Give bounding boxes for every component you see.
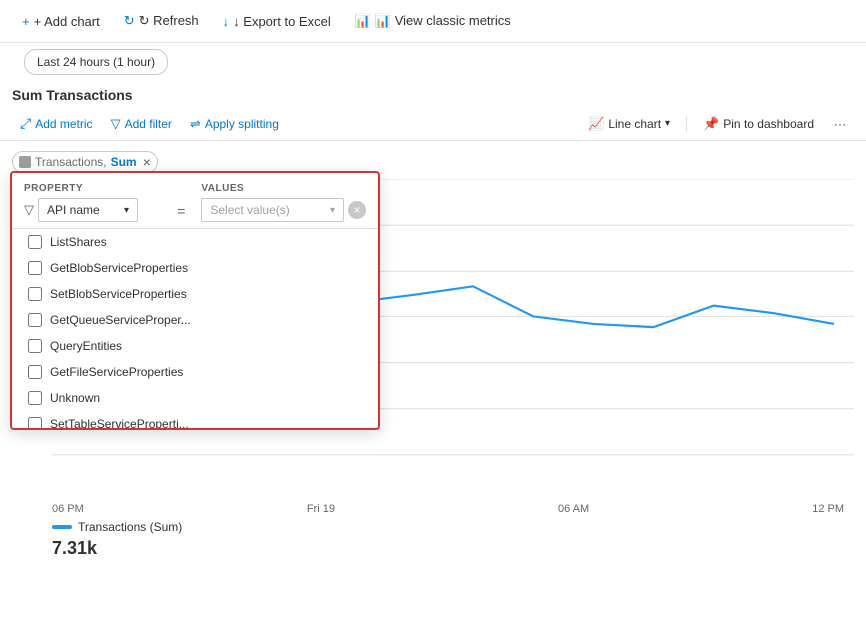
values-placeholder-text: Select value(s) <box>210 203 289 217</box>
values-chevron-icon: ▾ <box>330 205 335 216</box>
dropdown-item[interactable]: GetQueueServiceProper... <box>12 307 378 333</box>
chart-toolbar-right: 📈 Line chart ▾ 📌 Pin to dashboard ··· <box>580 112 854 136</box>
dropdown-item-label: GetFileServiceProperties <box>50 365 183 379</box>
property-chevron-icon: ▾ <box>124 205 129 216</box>
chart-icon: 📊 <box>355 13 371 29</box>
dropdown-item-label: GetQueueServiceProper... <box>50 313 191 327</box>
property-select[interactable]: API name ▾ <box>38 198 138 222</box>
add-metric-button[interactable]: ⤢ Add metric <box>12 111 101 136</box>
time-range-button[interactable]: Last 24 hours (1 hour) <box>24 49 168 75</box>
dropdown-item-checkbox[interactable] <box>28 391 42 405</box>
legend-label: Transactions (Sum) <box>78 520 182 534</box>
x-axis-label: 12 PM <box>812 503 844 515</box>
dropdown-item-checkbox[interactable] <box>28 287 42 301</box>
line-chart-button[interactable]: 📈 Line chart ▾ <box>580 112 678 136</box>
values-select[interactable]: Select value(s) ▾ <box>201 198 344 222</box>
pin-dashboard-button[interactable]: 📌 Pin to dashboard <box>695 112 822 136</box>
property-value-text: API name <box>47 203 100 217</box>
dropdown-item[interactable]: GetBlobServiceProperties <box>12 255 378 281</box>
apply-splitting-button[interactable]: ⇌ Apply splitting <box>182 112 287 136</box>
pin-dashboard-label: Pin to dashboard <box>723 117 814 131</box>
x-axis-label: Fri 19 <box>307 503 335 515</box>
values-column: VALUES Select value(s) ▾ × <box>201 183 366 222</box>
dropdown-item[interactable]: ListShares <box>12 229 378 255</box>
dropdown-item[interactable]: QueryEntities <box>12 333 378 359</box>
line-chart-label: Line chart <box>608 117 661 131</box>
chart-legend: Transactions (Sum) 7.31k <box>52 520 182 559</box>
add-filter-button[interactable]: ▽ Add filter <box>103 112 180 136</box>
add-chart-button[interactable]: + + Add chart <box>12 9 110 34</box>
property-column: PROPERTY ▽ API name ▾ <box>24 183 161 222</box>
chevron-down-icon: ▾ <box>665 118 670 129</box>
dropdown-item-label: SetBlobServiceProperties <box>50 287 187 301</box>
chart-title: Sum Transactions <box>0 81 866 107</box>
dropdown-item-checkbox[interactable] <box>28 365 42 379</box>
dropdown-item-label: Unknown <box>50 391 100 405</box>
more-options-label: ··· <box>834 117 846 131</box>
equals-sign: = <box>177 187 185 219</box>
add-metric-label: Add metric <box>35 117 92 131</box>
dropdown-item-checkbox[interactable] <box>28 313 42 327</box>
refresh-icon: ↻ <box>124 13 135 29</box>
filter-tag: Transactions, Sum × <box>12 151 158 173</box>
x-axis-labels: 06 PM Fri 19 06 AM 12 PM <box>52 501 844 515</box>
top-toolbar: + + Add chart ↻ ↻ Refresh ↓ ↓ Export to … <box>0 0 866 43</box>
dropdown-item[interactable]: GetFileServiceProperties <box>12 359 378 385</box>
dropdown-item-label: GetBlobServiceProperties <box>50 261 188 275</box>
legend-value: 7.31k <box>52 538 182 559</box>
dropdown-item-checkbox[interactable] <box>28 417 42 428</box>
time-range-label: Last 24 hours (1 hour) <box>37 55 155 69</box>
dropdown-item-label: QueryEntities <box>50 339 122 353</box>
tag-close-button[interactable]: × <box>143 154 151 170</box>
close-filter-button[interactable]: × <box>348 201 366 219</box>
filter-icon: ▽ <box>111 116 121 132</box>
view-classic-label: 📊 View classic metrics <box>375 13 511 29</box>
dropdown-item[interactable]: SetTableServiceProperti... <box>12 411 378 428</box>
refresh-button[interactable]: ↻ ↻ Refresh <box>114 8 209 34</box>
dropdown-header: PROPERTY ▽ API name ▾ = VALUES Select va… <box>12 173 378 228</box>
filter-dropdown-popup: PROPERTY ▽ API name ▾ = VALUES Select va… <box>10 171 380 430</box>
pin-icon: 📌 <box>703 116 719 132</box>
apply-splitting-label: Apply splitting <box>205 117 279 131</box>
property-label: PROPERTY <box>24 183 161 194</box>
export-button[interactable]: ↓ ↓ Export to Excel <box>213 9 341 34</box>
add-metric-icon: ⤢ <box>20 115 31 132</box>
add-filter-label: Add filter <box>125 117 172 131</box>
tag-label: Transactions, <box>35 155 107 169</box>
refresh-label: ↻ Refresh <box>139 13 199 29</box>
chart-toolbar: ⤢ Add metric ▽ Add filter ⇌ Apply splitt… <box>0 107 866 141</box>
values-select-wrapper: Select value(s) ▾ × <box>201 198 366 222</box>
dropdown-item-checkbox[interactable] <box>28 261 42 275</box>
chart-toolbar-left: ⤢ Add metric ▽ Add filter ⇌ Apply splitt… <box>12 111 578 136</box>
dropdown-item-checkbox[interactable] <box>28 339 42 353</box>
filter-funnel-icon: ▽ <box>24 202 34 218</box>
dropdown-item[interactable]: SetBlobServiceProperties <box>12 281 378 307</box>
export-icon: ↓ <box>223 14 230 29</box>
add-icon: + <box>22 14 30 29</box>
line-chart-icon: 📈 <box>588 116 604 132</box>
more-options-button[interactable]: ··· <box>826 113 854 135</box>
split-icon: ⇌ <box>190 116 201 132</box>
view-classic-button[interactable]: 📊 📊 View classic metrics <box>345 8 521 34</box>
values-label: VALUES <box>201 183 366 194</box>
tag-color-indicator <box>19 156 31 168</box>
values-dropdown-list: ListShares GetBlobServiceProperties SetBlo… <box>12 228 378 428</box>
dropdown-item-checkbox[interactable] <box>28 235 42 249</box>
tag-value: Sum <box>111 155 137 169</box>
export-label: ↓ Export to Excel <box>233 14 331 29</box>
x-axis-label: 06 PM <box>52 503 84 515</box>
x-axis-label: 06 AM <box>558 503 589 515</box>
dropdown-item[interactable]: Unknown <box>12 385 378 411</box>
legend-color-bar <box>52 525 72 529</box>
dropdown-item-label: SetTableServiceProperti... <box>50 417 189 428</box>
dropdown-item-label: ListShares <box>50 235 107 249</box>
separator <box>686 116 687 132</box>
chart-area: Transactions, Sum × PROPERTY ▽ API name … <box>0 141 866 561</box>
